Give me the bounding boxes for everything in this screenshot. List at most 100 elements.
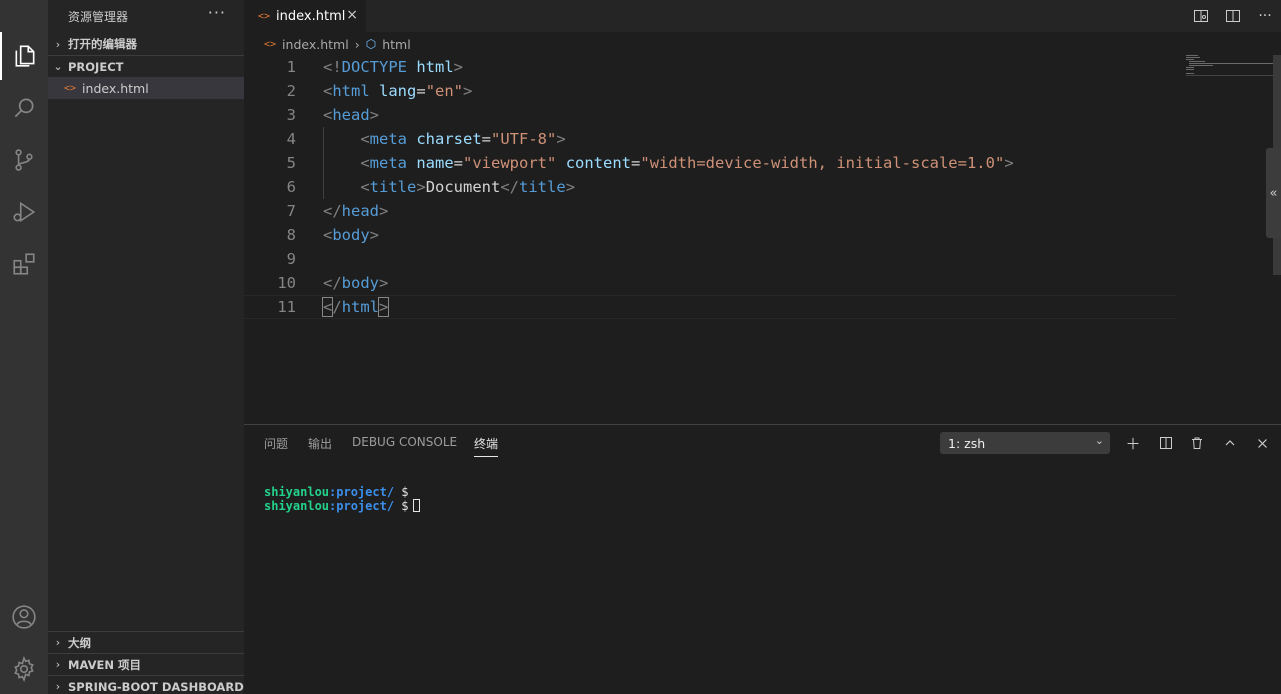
code-token: > [369, 106, 380, 124]
split-terminal-icon[interactable] [1155, 432, 1177, 454]
code-token: </ [323, 202, 342, 220]
spring-boot-label: SPRING-BOOT DASHBOARD [68, 679, 244, 694]
code-token: > [463, 82, 473, 100]
breadcrumb-symbol[interactable]: html [382, 37, 410, 52]
tab-output[interactable]: 输出 [308, 435, 332, 452]
code-token: = [631, 154, 641, 172]
code-line[interactable]: 7 </head> [244, 199, 1177, 223]
line-number: 8 [286, 226, 296, 244]
source-control-icon[interactable] [0, 136, 48, 184]
open-editors-section[interactable]: › 打开的编辑器 [48, 33, 244, 55]
search-icon[interactable] [0, 84, 48, 132]
chevron-down-icon: ⌄ [53, 60, 63, 73]
terminal-user: shiyanlou [264, 485, 330, 499]
tab-problems[interactable]: 问题 [264, 435, 288, 452]
code-token: name [416, 154, 454, 172]
outline-label: 大纲 [68, 635, 91, 650]
code-token: > [453, 58, 464, 76]
spring-boot-section[interactable]: › SPRING-BOOT DASHBOARD [48, 675, 244, 694]
terminal-output[interactable]: shiyanlou:project/ $ shiyanlou:project/ $ [264, 485, 420, 513]
code-token: body [332, 226, 370, 244]
code-token: html [332, 82, 370, 100]
breadcrumb-file[interactable]: index.html [282, 37, 349, 52]
project-label: PROJECT [68, 59, 124, 74]
code-line[interactable]: 5 <meta name="viewport" content="width=d… [244, 151, 1177, 175]
close-panel-icon[interactable] [1251, 432, 1273, 454]
code-text: </html> [321, 297, 390, 317]
new-terminal-icon[interactable]: ＋ [1122, 432, 1144, 454]
file-item-index-html[interactable]: <> index.html [48, 77, 244, 99]
code-text: <meta charset="UTF-8"> [323, 130, 565, 148]
code-line[interactable]: 9 [244, 247, 1177, 271]
terminal-line: shiyanlou:project/ $ [264, 485, 420, 499]
code-token: < [360, 130, 370, 148]
terminal-select-value: 1: zsh [948, 435, 986, 451]
chevron-right-icon: › [55, 37, 61, 51]
sidebar-title: 资源管理器 [68, 10, 129, 24]
expand-panel-icon[interactable]: « [1266, 148, 1281, 238]
code-line[interactable]: 10 </body> [244, 271, 1177, 295]
line-number: 7 [286, 202, 296, 220]
more-actions-icon[interactable]: ··· [1249, 0, 1281, 32]
tab-index-html[interactable]: <> index.html × [244, 0, 366, 32]
open-preview-icon[interactable] [1185, 0, 1217, 32]
settings-gear-icon[interactable] [0, 645, 48, 693]
line-number: 4 [286, 130, 296, 148]
code-token: charset [416, 130, 482, 148]
code-token: < [360, 178, 370, 196]
outline-section[interactable]: › 大纲 [48, 631, 244, 653]
code-line[interactable]: 3 <head> [244, 103, 1177, 127]
code-token: < [360, 154, 370, 172]
extensions-icon[interactable] [0, 240, 48, 288]
tab-debug-console[interactable]: DEBUG CONSOLE [352, 435, 457, 449]
chevron-right-icon: › [354, 36, 360, 52]
code-token: html [341, 298, 380, 316]
code-line[interactable]: 8 <body> [244, 223, 1177, 247]
code-token: > [565, 178, 576, 196]
code-line[interactable]: 2 <html lang="en"> [244, 79, 1177, 103]
more-actions-icon[interactable]: ··· [208, 3, 226, 22]
line-number: 3 [286, 106, 296, 124]
code-token: "width=device-width, initial-scale=1.0" [640, 154, 1005, 172]
code-line[interactable]: 6 <title>Document</title> [244, 175, 1177, 199]
code-token: html [416, 58, 454, 76]
minimap[interactable] [1186, 55, 1276, 77]
code-token: meta [369, 130, 407, 148]
code-line[interactable]: 1 <!DOCTYPE html> [244, 55, 1177, 79]
maximize-panel-icon[interactable] [1219, 432, 1241, 454]
chevron-down-icon: ⌄ [1094, 434, 1104, 447]
line-number: 5 [286, 154, 296, 172]
terminal-line: shiyanlou:project/ $ [264, 499, 420, 513]
code-token: </ [500, 178, 520, 196]
tab-terminal[interactable]: 终端 [474, 435, 499, 457]
code-text: <title>Document</title> [323, 178, 575, 196]
code-token: = [453, 154, 464, 172]
code-token: > [377, 297, 390, 317]
maven-section[interactable]: › MAVEN 项目 [48, 653, 244, 675]
code-text: <head> [323, 106, 379, 124]
code-token: = [416, 82, 426, 100]
explorer-icon[interactable] [0, 32, 48, 80]
html-file-icon: <> [64, 82, 77, 94]
line-number: 10 [277, 274, 296, 292]
code-line[interactable]: 11 </html> [244, 295, 1177, 319]
code-token: > [379, 202, 389, 220]
terminal-select[interactable]: 1: zsh ⌄ [940, 432, 1110, 454]
code-editor[interactable]: 1 <!DOCTYPE html> 2 <html lang="en"> 3 <head>… [244, 55, 1281, 424]
line-number: 6 [286, 178, 296, 196]
split-editor-icon[interactable] [1217, 0, 1249, 32]
trash-icon[interactable] [1186, 432, 1208, 454]
editor-actions: ··· [1185, 0, 1281, 32]
code-token: content [565, 154, 632, 172]
chevron-right-icon: › [55, 680, 61, 693]
close-icon[interactable]: × [346, 7, 358, 23]
code-line[interactable]: 4 <meta charset="UTF-8"> [244, 127, 1177, 151]
run-debug-icon[interactable] [0, 188, 48, 236]
activity-bar [0, 0, 48, 694]
project-section[interactable]: ⌄ PROJECT [48, 55, 244, 77]
account-icon[interactable] [0, 593, 48, 641]
